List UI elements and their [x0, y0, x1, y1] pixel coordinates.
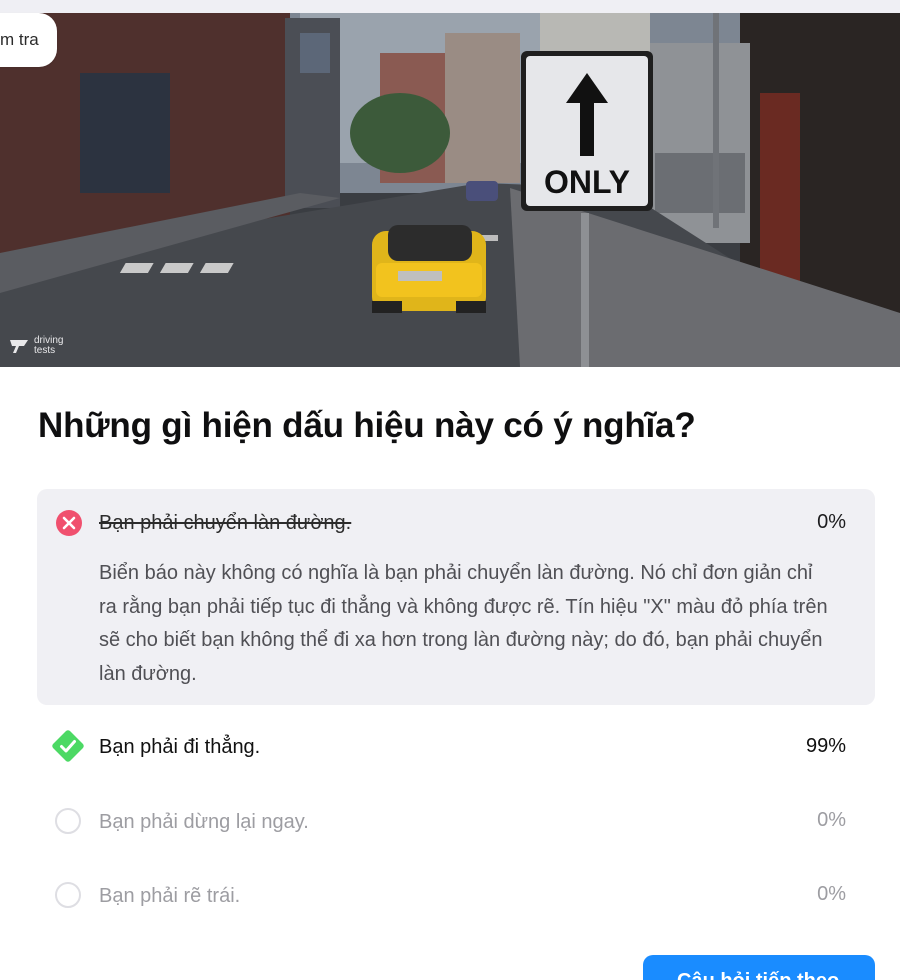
answer-option-label: Bạn phải chuyển làn đường. — [99, 512, 352, 534]
answer-option-percent: 99% — [805, 735, 846, 757]
answer-option-4[interactable]: Bạn phải rẽ trái. 0% — [0, 877, 900, 917]
tab-chip-label: m tra — [0, 30, 39, 49]
answer-option-1[interactable]: Bạn phải chuyển làn đường. 0% — [0, 504, 900, 544]
question-image: ONLY — [0, 13, 900, 367]
watermark: driving tests — [8, 336, 74, 356]
answer-option-label: Bạn phải dừng lại ngay. — [99, 811, 309, 833]
answer-option-percent: 0% — [817, 511, 846, 533]
answer-option-label: Bạn phải đi thẳng. — [99, 736, 261, 758]
answer-option-percent: 0% — [817, 883, 846, 905]
wrong-icon — [55, 509, 83, 537]
answer-explanation: Biển báo này không có nghĩa là bạn phải … — [99, 562, 828, 685]
radio-circle-icon — [55, 808, 81, 834]
correct-check-icon — [51, 729, 85, 763]
answer-option-2[interactable]: Bạn phải đi thẳng. 99% — [0, 728, 900, 768]
answer-option-label: Bạn phải rẽ trái. — [99, 885, 241, 907]
radio-circle-icon — [55, 882, 81, 908]
next-question-button[interactable]: Câu hỏi tiếp theo — [643, 955, 875, 980]
sign-text: ONLY — [544, 164, 630, 200]
driving-tests-logo-icon — [10, 340, 28, 353]
question-title: Những gì hiện dấu hiệu này có ý nghĩa? — [38, 406, 696, 445]
top-strip — [0, 0, 900, 13]
answer-option-percent: 0% — [817, 809, 846, 831]
watermark-text: driving tests — [34, 335, 64, 356]
answer-option-3[interactable]: Bạn phải dừng lại ngay. 0% — [0, 803, 900, 843]
tab-chip[interactable]: m tra — [0, 13, 57, 67]
